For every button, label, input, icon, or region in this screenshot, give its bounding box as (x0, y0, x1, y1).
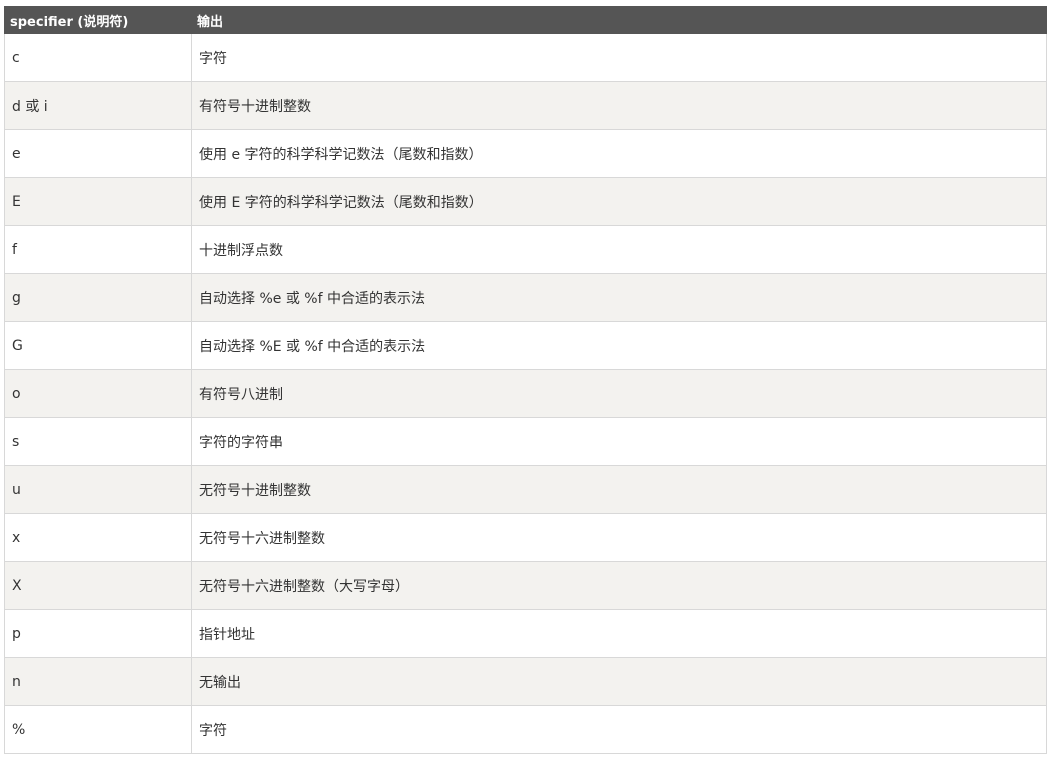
cell-output: 指针地址 (191, 609, 1047, 658)
table-row: X 无符号十六进制整数（大写字母） (4, 561, 1047, 610)
specifier-table-container: specifier (说明符) 输出 c 字符 d 或 i 有符号十进制整数 e… (4, 6, 1047, 754)
cell-output: 字符的字符串 (191, 417, 1047, 466)
table-row: c 字符 (4, 33, 1047, 82)
cell-specifier: E (4, 177, 192, 226)
cell-output: 字符 (191, 33, 1047, 82)
table-row: u 无符号十进制整数 (4, 465, 1047, 514)
cell-output: 使用 e 字符的科学科学记数法（尾数和指数） (191, 129, 1047, 178)
table-row: G 自动选择 %E 或 %f 中合适的表示法 (4, 321, 1047, 370)
cell-output: 自动选择 %E 或 %f 中合适的表示法 (191, 321, 1047, 370)
table-row: n 无输出 (4, 657, 1047, 706)
table-row: E 使用 E 字符的科学科学记数法（尾数和指数） (4, 177, 1047, 226)
cell-specifier: s (4, 417, 192, 466)
cell-specifier: x (4, 513, 192, 562)
cell-output: 使用 E 字符的科学科学记数法（尾数和指数） (191, 177, 1047, 226)
cell-output: 自动选择 %e 或 %f 中合适的表示法 (191, 273, 1047, 322)
cell-specifier: o (4, 369, 192, 418)
cell-specifier: % (4, 705, 192, 754)
cell-specifier: f (4, 225, 192, 274)
specifier-table: specifier (说明符) 输出 c 字符 d 或 i 有符号十进制整数 e… (4, 6, 1047, 754)
table-row: f 十进制浮点数 (4, 225, 1047, 274)
cell-output: 无符号十进制整数 (191, 465, 1047, 514)
cell-output: 有符号十进制整数 (191, 81, 1047, 130)
cell-specifier: d 或 i (4, 81, 192, 130)
cell-specifier: e (4, 129, 192, 178)
cell-specifier: X (4, 561, 192, 610)
cell-output: 有符号八进制 (191, 369, 1047, 418)
table-row: % 字符 (4, 705, 1047, 754)
header-specifier: specifier (说明符) (4, 6, 192, 34)
table-row: e 使用 e 字符的科学科学记数法（尾数和指数） (4, 129, 1047, 178)
cell-specifier: c (4, 33, 192, 82)
cell-specifier: n (4, 657, 192, 706)
table-row: d 或 i 有符号十进制整数 (4, 81, 1047, 130)
table-row: x 无符号十六进制整数 (4, 513, 1047, 562)
table-body: c 字符 d 或 i 有符号十进制整数 e 使用 e 字符的科学科学记数法（尾数… (4, 33, 1047, 754)
table-row: s 字符的字符串 (4, 417, 1047, 466)
cell-output: 字符 (191, 705, 1047, 754)
cell-specifier: p (4, 609, 192, 658)
cell-output: 无符号十六进制整数（大写字母） (191, 561, 1047, 610)
cell-output: 十进制浮点数 (191, 225, 1047, 274)
cell-specifier: u (4, 465, 192, 514)
cell-output: 无输出 (191, 657, 1047, 706)
table-header-row: specifier (说明符) 输出 (4, 6, 1047, 34)
cell-specifier: g (4, 273, 192, 322)
cell-output: 无符号十六进制整数 (191, 513, 1047, 562)
header-output: 输出 (191, 6, 1047, 34)
table-row: g 自动选择 %e 或 %f 中合适的表示法 (4, 273, 1047, 322)
table-row: o 有符号八进制 (4, 369, 1047, 418)
cell-specifier: G (4, 321, 192, 370)
table-header: specifier (说明符) 输出 (4, 6, 1047, 34)
table-row: p 指针地址 (4, 609, 1047, 658)
